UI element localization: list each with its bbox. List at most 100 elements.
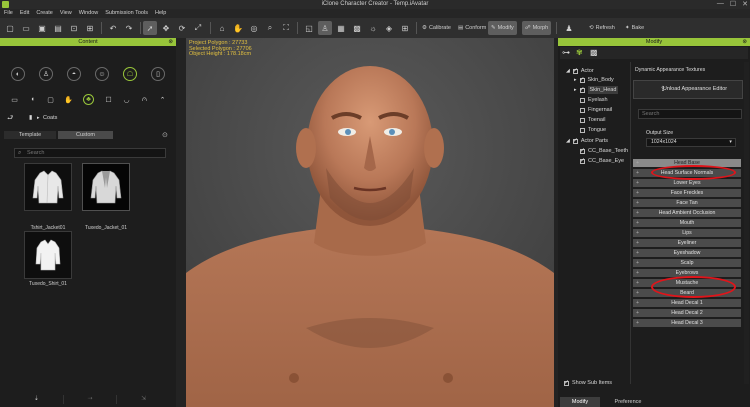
conform-button[interactable]: ▤ Conform xyxy=(455,21,489,35)
import-icon[interactable]: ⊞ xyxy=(83,21,97,35)
checkbox[interactable] xyxy=(580,157,585,165)
orbit-view-icon[interactable]: ◎ xyxy=(247,21,261,35)
tab-preference[interactable]: Preference xyxy=(603,397,653,407)
expand-plus-icon[interactable]: + xyxy=(636,179,639,187)
content-search-input[interactable]: ⌕ Search xyxy=(14,148,166,158)
render-icon[interactable]: ◈ xyxy=(382,21,396,35)
morph-button[interactable]: ☍ Morph xyxy=(522,21,552,35)
modify-button[interactable]: ✎ Modify xyxy=(488,21,517,35)
texture-search-input[interactable]: Search xyxy=(638,109,742,119)
checkbox[interactable] xyxy=(580,107,585,113)
expand-plus-icon[interactable]: + xyxy=(636,319,639,327)
checkbox[interactable] xyxy=(580,127,585,133)
menu-view[interactable]: View xyxy=(60,9,72,18)
content-item-thumbnail[interactable] xyxy=(24,231,72,279)
output-size-select[interactable]: 1024x1024 ▾ xyxy=(646,138,736,147)
tree-node-toenail[interactable]: Toenail xyxy=(580,116,605,124)
texture-layer-row[interactable]: + Face Tan xyxy=(633,199,741,207)
tree-node-teeth[interactable]: CC_Base_Teeth xyxy=(580,147,628,155)
expand-plus-icon[interactable]: + xyxy=(636,229,639,237)
expand-plus-icon[interactable]: + xyxy=(636,239,639,247)
maximize-button[interactable]: ☐ xyxy=(730,0,736,8)
expand-arrow-icon[interactable]: ▸ xyxy=(574,86,577,94)
expand-plus-icon[interactable]: + xyxy=(636,199,639,207)
menu-submission-tools[interactable]: Submission Tools xyxy=(105,9,148,18)
export-icon[interactable]: ⊡ xyxy=(67,21,81,35)
expand-plus-icon[interactable]: + xyxy=(636,169,639,177)
tree-node-eye[interactable]: CC_Base_Eye xyxy=(580,157,624,165)
accessory-icon[interactable]: ⌃ xyxy=(157,94,168,105)
body-category-icon[interactable]: ♙ xyxy=(39,67,53,81)
close-icon[interactable]: ⊗ xyxy=(742,38,747,46)
shoes-icon[interactable]: ◡ xyxy=(121,94,132,105)
texture-layer-row[interactable]: + Lower Eyes xyxy=(633,179,741,187)
tree-node-eyelash[interactable]: Eyelash xyxy=(580,96,608,104)
mask-icon[interactable]: ▢ xyxy=(45,94,56,105)
expand-plus-icon[interactable]: + xyxy=(636,309,639,317)
texture-layer-row[interactable]: + Head Decal 2 xyxy=(633,309,741,317)
expand-plus-icon[interactable]: + xyxy=(636,269,639,277)
tree-node-fingernail[interactable]: Fingernail xyxy=(580,106,612,114)
tree-node-skin-body[interactable]: ▸ Skin_Body xyxy=(574,76,614,84)
outfit-category-icon[interactable]: ▯ xyxy=(151,67,165,81)
texture-layer-row[interactable]: + Eyeliner xyxy=(633,239,741,247)
head-category-icon[interactable]: ◐ xyxy=(11,67,25,81)
checkbox[interactable] xyxy=(580,147,585,155)
expand-plus-icon[interactable]: + xyxy=(636,299,639,307)
expand-arrow-icon[interactable]: ▸ xyxy=(574,76,577,84)
texture-icon[interactable]: ▩ xyxy=(350,21,364,35)
refresh-button[interactable]: ⟲ Refresh xyxy=(586,21,618,35)
undo-icon[interactable]: ↶ xyxy=(106,21,120,35)
calibrate-button[interactable]: ⚙ Calibrate xyxy=(419,21,454,35)
glasses-icon[interactable]: ▭ xyxy=(9,94,20,105)
texture-layer-row[interactable]: + Eyeshadow xyxy=(633,249,741,257)
menu-file[interactable]: File xyxy=(4,9,13,18)
unload-appearance-editor-button[interactable]: ⇪ Unload Appearance Editor xyxy=(633,80,743,99)
expand-arrow-icon[interactable]: ◢ xyxy=(566,137,570,145)
save-icon[interactable]: ▣ xyxy=(35,21,49,35)
3d-viewport[interactable]: Project Polygon : 27733 Selected Polygon… xyxy=(186,38,554,407)
folder-icon[interactable]: ▮ xyxy=(29,114,32,121)
expand-plus-icon[interactable]: + xyxy=(636,219,639,227)
home-view-icon[interactable]: ⌂ xyxy=(215,21,229,35)
texture-layer-row[interactable]: + Lips xyxy=(633,229,741,237)
texture-layer-row[interactable]: + Mouth xyxy=(633,219,741,227)
figure-icon[interactable]: ♙ xyxy=(318,21,332,35)
sliders-icon[interactable]: ⊶ xyxy=(562,48,570,57)
coat-icon[interactable]: ♣ xyxy=(83,94,94,105)
texture-layer-row[interactable]: + Head Ambient Occlusion xyxy=(633,209,741,217)
light-icon[interactable]: ☼ xyxy=(366,21,380,35)
expand-plus-icon[interactable]: + xyxy=(636,159,639,167)
panel-splitter[interactable] xyxy=(176,38,186,407)
mesh-icon[interactable]: ▦ xyxy=(334,21,348,35)
close-window-button[interactable]: ✕ xyxy=(742,0,748,8)
show-sub-items-toggle[interactable]: Show Sub Items xyxy=(564,379,612,387)
expand-plus-icon[interactable]: + xyxy=(636,279,639,287)
fit-view-icon[interactable]: ⛶ xyxy=(279,21,293,35)
checkbox[interactable] xyxy=(580,117,585,123)
texture-layer-row[interactable]: + Head Decal 3 xyxy=(633,319,741,327)
minimize-button[interactable]: — xyxy=(717,0,724,8)
hat-icon[interactable]: ◖ xyxy=(27,94,38,105)
checkbox[interactable] xyxy=(580,97,585,103)
checkbox[interactable] xyxy=(564,379,569,387)
texture-layer-row[interactable]: + Head Decal 1 xyxy=(633,299,741,307)
checkbox[interactable] xyxy=(572,137,578,145)
expand-plus-icon[interactable]: + xyxy=(636,259,639,267)
new-file-icon[interactable]: ▢ xyxy=(3,21,17,35)
expand-plus-icon[interactable]: + xyxy=(636,249,639,257)
panel-menu-icon[interactable]: ⊙ xyxy=(162,131,168,139)
expand-arrow-icon[interactable]: ◢ xyxy=(566,67,570,75)
tab-custom[interactable]: Custom xyxy=(58,131,113,139)
back-arrow-icon[interactable]: ⮐ xyxy=(7,114,13,125)
save-as-icon[interactable]: ▤ xyxy=(51,21,65,35)
apply-icon[interactable]: ⇢ xyxy=(64,395,118,404)
checkbox[interactable] xyxy=(579,76,585,84)
bake-button[interactable]: ✦ Bake xyxy=(622,21,647,35)
face-category-icon[interactable]: ☺ xyxy=(95,67,109,81)
zoom-view-icon[interactable]: ⌕ xyxy=(263,21,277,35)
clothing-category-icon[interactable]: ☖ xyxy=(123,67,137,81)
tab-modify[interactable]: Modify xyxy=(560,397,600,407)
tree-node-actor-parts[interactable]: ◢ Actor Parts xyxy=(566,137,608,145)
expand-plus-icon[interactable]: + xyxy=(636,209,639,217)
